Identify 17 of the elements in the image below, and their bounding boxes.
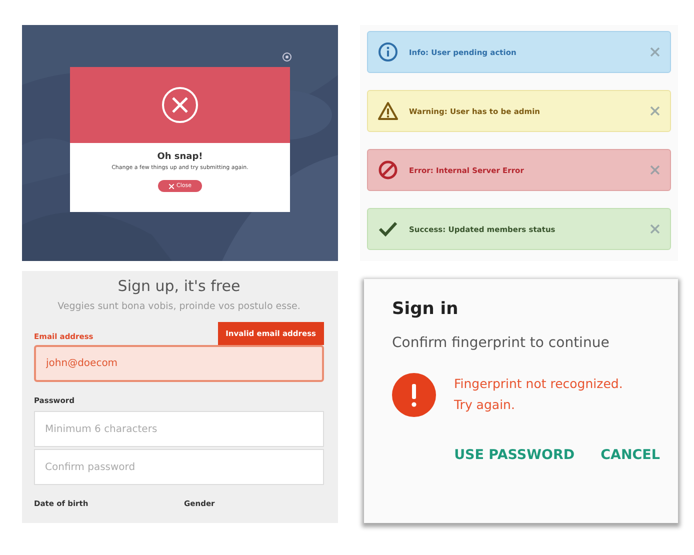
- error-icon: [161, 86, 199, 124]
- info-icon: [378, 42, 398, 62]
- text-button[interactable]: USE PASSWORD: [454, 447, 575, 463]
- dialog-title: Sign in: [392, 299, 460, 319]
- error-message: Fingerprint not recognized. Try again.: [454, 375, 624, 414]
- prohibited-icon: [378, 160, 398, 180]
- checkmark-icon: [378, 219, 398, 239]
- form-subtitle: Veggies sunt bona vobis, proinde vos postulo esse.: [56, 301, 302, 312]
- alert-icon: [392, 373, 436, 417]
- form-title: Sign up, it's free: [116, 277, 242, 295]
- password-field[interactable]: Minimum 6 characters: [34, 411, 324, 447]
- dialog-title: Oh snap!: [157, 152, 203, 162]
- warning-icon: [378, 101, 398, 121]
- text-button[interactable]: CANCEL: [600, 447, 660, 463]
- email-field[interactable]: john@doecom: [34, 345, 324, 382]
- dialog-message: Confirm fingerprint to continue: [392, 335, 610, 351]
- confirm-password-field[interactable]: Confirm password: [34, 449, 324, 485]
